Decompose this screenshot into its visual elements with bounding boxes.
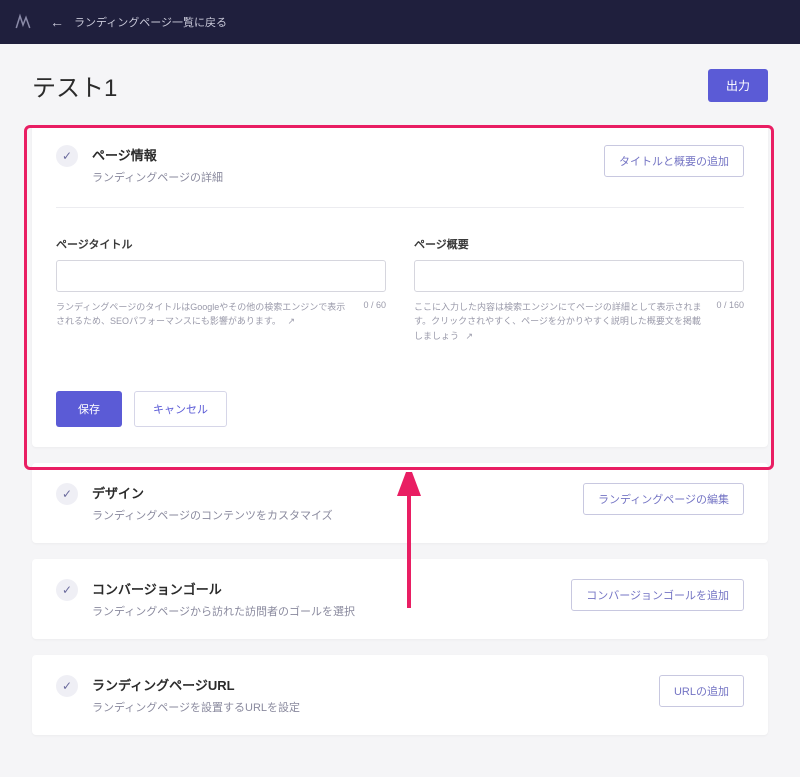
save-button[interactable]: 保存 [56,391,122,427]
section-url: ✓ ランディングページURL ランディングページを設置するURLを設定 URLの… [32,655,768,735]
back-arrow-icon: ← [50,14,64,30]
section-page-info: ✓ ページ情報 ランディングページの詳細 タイトルと概要の追加 ページタイトル … [32,125,768,447]
section-conversion: ✓ コンバージョンゴール ランディングページから訪れた訪問者のゴールを選択 コン… [32,559,768,639]
check-icon: ✓ [56,483,78,505]
field-page-title: ページタイトル ランディングページのタイトルはGoogleやその他の検索エンジン… [56,236,386,343]
page-header: テスト1 出力 [32,68,768,103]
section-subtitle: ランディングページの詳細 [92,169,604,185]
section-title: ページ情報 [92,145,604,164]
char-count: 0 / 60 [363,300,386,310]
section-title: コンバージョンゴール [92,579,571,598]
field-label: ページタイトル [56,236,386,252]
edit-landing-page-button[interactable]: ランディングページの編集 [583,483,744,515]
help-text: ランディングページのタイトルはGoogleやその他の検索エンジンで表示されるため… [56,300,353,329]
section-subtitle: ランディングページから訪れた訪問者のゴールを選択 [92,603,571,619]
external-link-icon: ↗ [287,316,295,326]
cancel-button[interactable]: キャンセル [134,391,227,427]
output-button[interactable]: 出力 [708,69,768,102]
char-count: 0 / 160 [716,300,744,310]
page-title: テスト1 [32,68,117,103]
add-title-summary-button[interactable]: タイトルと概要の追加 [604,145,744,177]
page-title-input[interactable] [56,260,386,292]
logo-icon [14,13,32,31]
add-conversion-goal-button[interactable]: コンバージョンゴールを追加 [571,579,744,611]
section-title: ランディングページURL [92,675,659,694]
help-text: ここに入力した内容は検索エンジンにてページの詳細として表示されます。クリックされ… [414,300,706,343]
check-icon: ✓ [56,145,78,167]
section-design: ✓ デザイン ランディングページのコンテンツをカスタマイズ ランディングページの… [32,463,768,543]
field-page-summary: ページ概要 ここに入力した内容は検索エンジンにてページの詳細として表示されます。… [414,236,744,343]
external-link-icon: ↗ [466,331,474,341]
section-title: デザイン [92,483,583,502]
divider [56,207,744,208]
app-header: ← ランディングページ一覧に戻る [0,0,800,44]
back-label: ランディングページ一覧に戻る [74,14,227,30]
back-link[interactable]: ← ランディングページ一覧に戻る [50,14,227,30]
field-label: ページ概要 [414,236,744,252]
add-url-button[interactable]: URLの追加 [659,675,744,707]
page-content: テスト1 出力 ✓ ページ情報 ランディングページの詳細 タイトルと概要の追加 … [0,44,800,775]
section-subtitle: ランディングページのコンテンツをカスタマイズ [92,507,583,523]
check-icon: ✓ [56,579,78,601]
section-subtitle: ランディングページを設置するURLを設定 [92,699,659,715]
page-summary-input[interactable] [414,260,744,292]
check-icon: ✓ [56,675,78,697]
